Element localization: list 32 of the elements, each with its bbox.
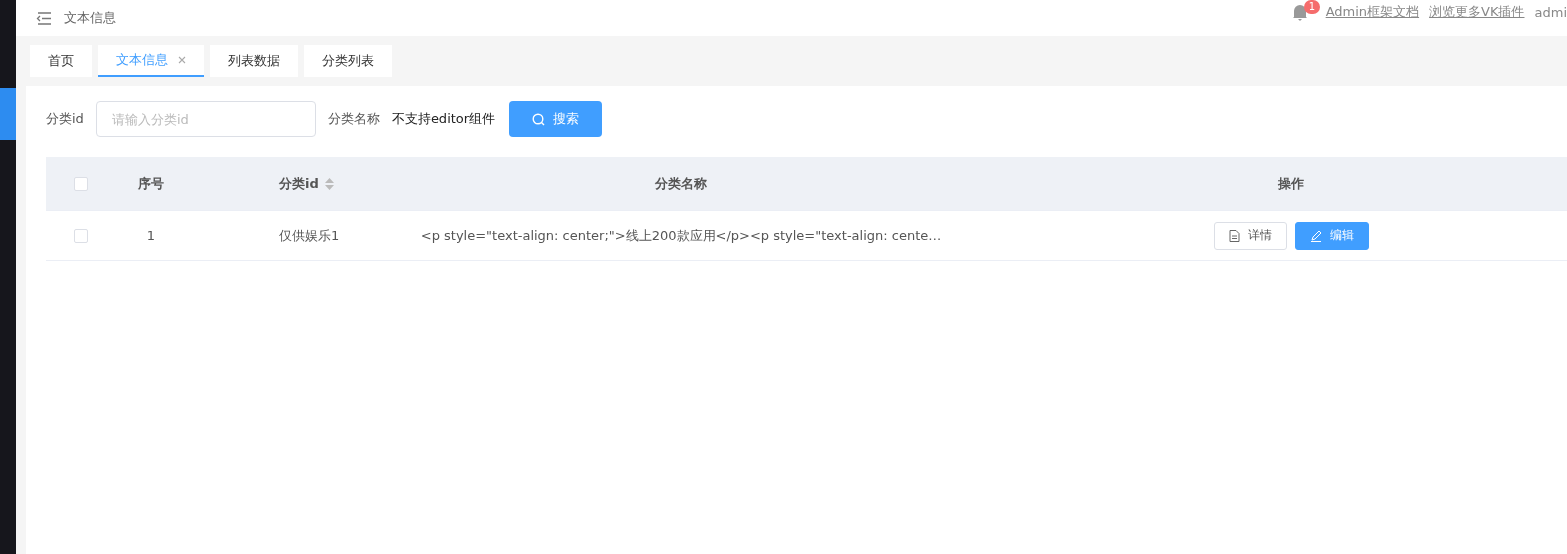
search-button[interactable]: 搜索: [509, 101, 603, 137]
sidebar-item[interactable]: [0, 88, 16, 140]
pencil-icon: [1309, 229, 1322, 242]
sort-icon[interactable]: [324, 177, 334, 190]
header-link[interactable]: Admin框架文档: [1325, 3, 1420, 21]
column-header: 操作: [1278, 174, 1304, 193]
tab[interactable]: 首页: [30, 45, 92, 77]
close-icon[interactable]: [178, 56, 186, 64]
field-note: 不支持editor组件: [391, 110, 496, 128]
table-cell-text: 1: [145, 228, 157, 243]
column-header[interactable]: 分类id: [279, 174, 334, 193]
edit-button[interactable]: 编辑: [1294, 221, 1369, 250]
notification-badge: 1: [1303, 0, 1320, 14]
search-icon: [532, 112, 546, 126]
menu-icon[interactable]: [36, 11, 52, 25]
table-cell-text: 仅供娱乐1: [278, 226, 341, 245]
column-header: 序号: [138, 174, 164, 193]
document-icon: [1228, 229, 1240, 242]
checkbox[interactable]: [73, 228, 88, 243]
tab[interactable]: 分类列表: [304, 45, 392, 77]
page-title: 文本信息: [64, 9, 116, 27]
detail-button[interactable]: 详情: [1213, 221, 1287, 250]
header-link[interactable]: 浏览更多VK插件: [1429, 3, 1525, 21]
tab[interactable]: 列表数据: [210, 45, 298, 77]
table-cell: <p style="text-align: center;">线上200款应用</p><p style="text-align: cente…: [421, 226, 941, 245]
field-label: 分类id: [46, 110, 84, 128]
user-name[interactable]: admi: [1534, 4, 1567, 20]
tab[interactable]: 文本信息: [98, 45, 204, 77]
input-field[interactable]: 请输入分类id: [95, 101, 316, 137]
column-header: 分类名称: [655, 174, 707, 193]
field-label: 分类名称: [327, 110, 380, 128]
checkbox[interactable]: [73, 176, 88, 191]
